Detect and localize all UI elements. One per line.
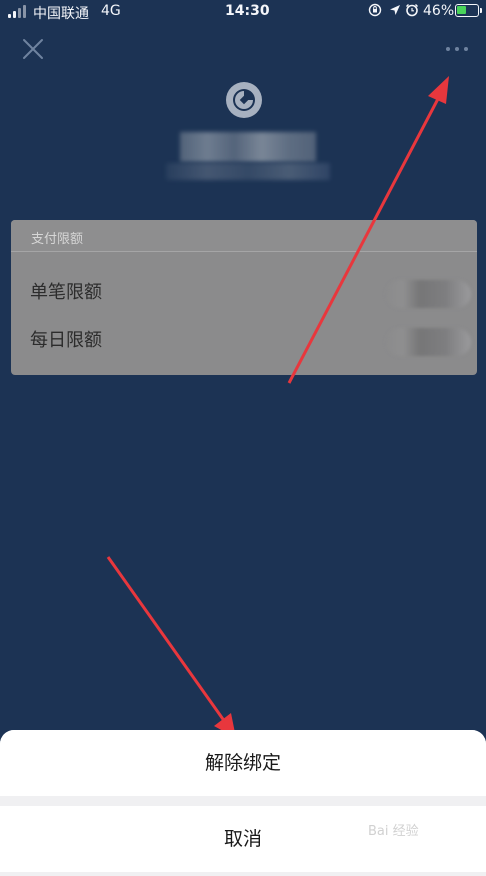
payment-limits-card: 支付限额 单笔限额 每日限额 — [11, 220, 477, 375]
battery-icon — [455, 4, 482, 17]
signal-icon — [8, 5, 28, 18]
daily-limit-value-redacted — [386, 328, 471, 356]
single-limit-value-redacted — [386, 280, 471, 308]
carrier-name: 中国联通 — [33, 6, 89, 22]
arrow-to-unbind-line — [106, 556, 227, 723]
cancel-button[interactable]: 取消 — [0, 806, 486, 872]
close-icon[interactable] — [20, 36, 46, 62]
arrow-to-more-head — [428, 76, 449, 104]
unbind-button[interactable]: 解除绑定 — [0, 730, 486, 796]
daily-limit-label: 每日限额 — [30, 330, 102, 351]
limits-title: 支付限额 — [31, 232, 84, 247]
card-number-redacted — [166, 163, 330, 180]
action-sheet: 解除绑定 取消 — [0, 730, 486, 876]
orientation-lock-icon — [368, 3, 382, 17]
card-name-redacted — [180, 132, 316, 162]
network-type: 4G — [101, 3, 121, 19]
status-bar: 中国联通 4G 14:30 46% — [0, 0, 486, 24]
limits-header: 支付限额 — [11, 220, 477, 252]
single-limit-label: 单笔限额 — [30, 282, 102, 303]
location-arrow-icon — [390, 5, 400, 15]
alarm-icon — [406, 4, 418, 17]
more-dots-icon[interactable] — [442, 40, 472, 60]
watermark: Bai 经验 — [368, 824, 419, 839]
battery-percent: 46% — [423, 3, 455, 19]
clock-time: 14:30 — [225, 3, 270, 19]
daily-limit-row: 每日限额 — [11, 314, 477, 362]
single-limit-row: 单笔限额 — [11, 266, 477, 314]
bank-logo-icon — [226, 82, 262, 118]
